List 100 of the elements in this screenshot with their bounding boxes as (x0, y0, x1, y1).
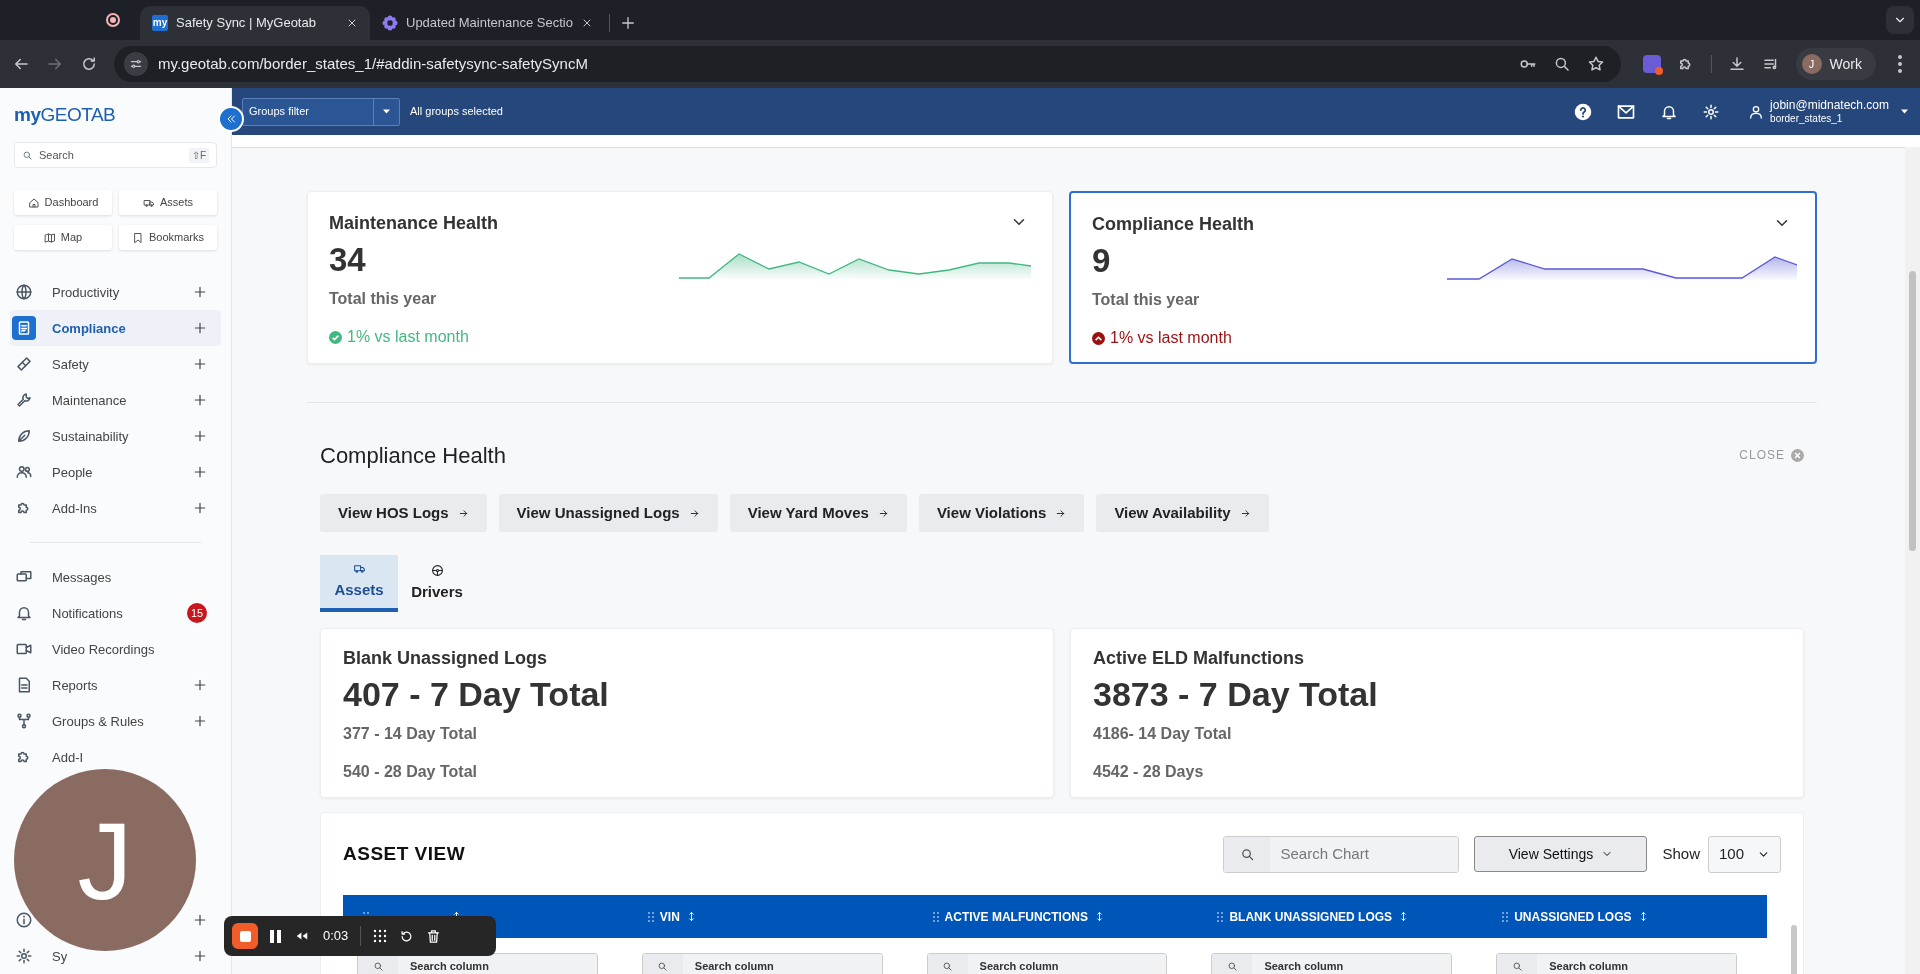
pause-icon[interactable] (270, 929, 281, 943)
caret-icon[interactable] (1901, 109, 1908, 114)
nav-item[interactable]: Sy (52, 948, 68, 964)
card-title: Compliance Health (1092, 213, 1255, 236)
expand-icon[interactable] (193, 285, 207, 299)
stop-button[interactable] (232, 923, 258, 949)
card-caption: Total this year (1092, 290, 1200, 310)
expand-icon[interactable] (193, 465, 207, 479)
view-link-button[interactable]: View Availability (1096, 494, 1269, 532)
card-title: Maintenance Health (329, 212, 499, 235)
nav-item[interactable]: Groups & Rules (52, 713, 144, 729)
view-link-button[interactable]: View Violations (918, 494, 1085, 532)
extension-icon[interactable] (1642, 55, 1661, 73)
nav-item[interactable]: Sustainability (52, 428, 129, 444)
expand-icon[interactable] (193, 714, 207, 728)
leaf-icon (15, 427, 33, 445)
profile-label: Work (1829, 54, 1862, 74)
groups-filter-dropdown[interactable]: Groups filter (242, 97, 400, 126)
quick-link-button[interactable]: Dashboard (14, 190, 112, 215)
user-email[interactable]: jobin@midnatech.com (1770, 97, 1889, 112)
column-search-field[interactable]: Search column (357, 953, 598, 974)
address-bar[interactable]: my.geotab.com/border_states_1/#addin-safetysync-safetySyncM (114, 46, 1621, 82)
expand-icon[interactable] (193, 678, 207, 692)
column-search-field[interactable]: Search column (1211, 953, 1453, 974)
expand-icon[interactable] (193, 321, 207, 335)
view-tab[interactable]: Assets (320, 555, 398, 612)
map-icon (43, 231, 56, 244)
view-tab[interactable]: Drivers (398, 555, 476, 612)
arrow-right-icon (688, 507, 700, 519)
column-header[interactable]: VIN (627, 895, 913, 938)
metric-headline: 407 - 7 Day Total (343, 674, 610, 715)
quick-link-button[interactable]: Assets (119, 190, 217, 215)
grid-icon[interactable] (373, 929, 388, 943)
metric-title: Active ELD Malfunctions (1093, 647, 1306, 670)
caret-icon[interactable] (383, 109, 390, 114)
view-link-button[interactable]: View Yard Moves (729, 494, 907, 532)
branch-icon (15, 712, 33, 730)
quick-link-button[interactable]: Map (14, 225, 112, 250)
health-card[interactable]: Compliance Health 9 Total this year 1% vs last month (1069, 191, 1817, 364)
card-caption: Total this year (329, 289, 437, 309)
nav-item[interactable]: Video Recordings (52, 641, 155, 657)
expand-icon[interactable] (193, 949, 207, 963)
nav-item[interactable]: Add-I (52, 749, 84, 765)
nav-item[interactable]: Safety (52, 356, 89, 372)
column-header[interactable]: BLANK UNASSIGNED LOGS (1197, 895, 1483, 938)
view-settings-button[interactable]: View Settings (1474, 836, 1648, 872)
download-icon[interactable] (1727, 55, 1746, 73)
browser-tab[interactable]: Updated Maintenance Sectio (370, 6, 605, 40)
reload-icon[interactable] (80, 55, 98, 73)
search-chart-field[interactable]: Search Chart (1223, 835, 1460, 873)
drag-handle-icon (1502, 911, 1509, 922)
nav-item[interactable]: Notifications (52, 605, 123, 621)
new-tab-icon[interactable] (619, 15, 636, 31)
nav-item[interactable]: Reports (52, 677, 98, 693)
record-icon[interactable] (106, 13, 120, 27)
expand-icon[interactable] (193, 393, 207, 407)
expand-icon[interactable] (193, 357, 207, 371)
arrow-right-icon (1239, 507, 1251, 519)
view-link-button[interactable]: View Unassigned Logs (498, 494, 718, 532)
metric-detail: 540 - 28 Day Total (343, 762, 478, 782)
metric-detail: 377 - 14 Day Total (343, 724, 478, 744)
profile-chip[interactable]: J Work (1795, 48, 1876, 80)
bandage-icon (15, 355, 33, 373)
column-header[interactable]: UNASSIGNED LOGS (1482, 895, 1767, 938)
tab-title: Updated Maintenance Sectio (406, 14, 573, 33)
logo[interactable]: myGEOTAB (14, 100, 116, 130)
user-icon[interactable] (1748, 103, 1765, 120)
quick-link-button[interactable]: Bookmarks (119, 225, 217, 250)
collapse-button[interactable] (218, 106, 244, 132)
column-header[interactable]: ACTIVE MALFUNCTIONS (912, 895, 1198, 938)
column-search-field[interactable]: Search column (926, 953, 1168, 974)
settings-icon[interactable] (1702, 102, 1721, 121)
column-search-field[interactable]: Search column (641, 953, 883, 974)
search-icon (942, 960, 954, 972)
nav-item[interactable]: Add-Ins (52, 500, 97, 516)
nav-item[interactable]: People (52, 464, 93, 480)
expand-icon[interactable] (193, 913, 207, 927)
expand-icon[interactable] (193, 429, 207, 443)
nav-item[interactable]: Maintenance (52, 392, 127, 408)
tab-title: Safety Sync | MyGeotab (176, 14, 317, 33)
health-card[interactable]: Maintenance Health 34 Total this year 1% vs last month (307, 191, 1053, 364)
nav-item[interactable]: Messages (52, 569, 112, 585)
metric-detail: 4186- 14 Day Total (1093, 724, 1233, 744)
scrollbar-thumb[interactable] (1909, 271, 1916, 551)
nav-item[interactable]: Compliance (10, 310, 221, 346)
metric-detail: 4542 - 28 Days (1093, 762, 1205, 782)
section-title: Compliance Health (320, 441, 506, 470)
people-icon (15, 463, 33, 481)
view-link-button[interactable]: View HOS Logs (320, 494, 487, 532)
column-search-field[interactable]: Search column (1496, 953, 1737, 974)
nav-item[interactable]: Productivity (52, 284, 120, 300)
page-size-select[interactable]: 100 (1708, 835, 1781, 873)
expand-icon[interactable] (193, 501, 207, 515)
close-icon[interactable] (346, 17, 358, 29)
drag-handle-icon (647, 911, 654, 922)
star-icon[interactable] (1586, 55, 1605, 73)
help-icon[interactable] (1574, 102, 1593, 121)
trash-icon[interactable] (426, 928, 442, 944)
browser-tab[interactable]: my Safety Sync | MyGeotab (140, 6, 370, 40)
database-name: border_states_1 (1770, 112, 1844, 126)
